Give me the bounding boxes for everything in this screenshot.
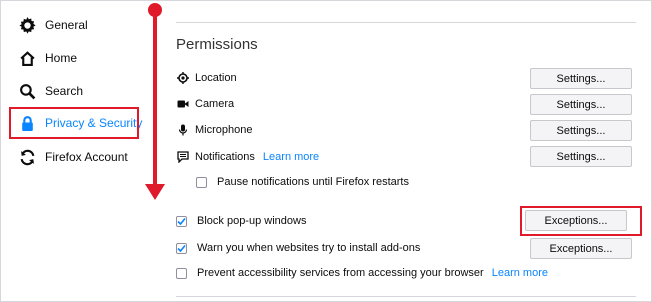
annotation-arrow-head [145,184,165,200]
notifications-icon [176,151,189,164]
section-divider-bottom [176,296,636,297]
microphone-settings-button[interactable]: Settings... [530,120,632,141]
section-divider-top [176,22,636,23]
exceptions-highlight-annotation [520,206,642,236]
accessibility-checkbox[interactable] [176,267,187,279]
sidebar-item-search[interactable]: Search [18,79,83,103]
location-settings-button[interactable]: Settings... [530,68,632,89]
permission-row-camera: Camera [176,93,234,115]
sidebar-item-label: Home [45,51,78,65]
permission-row-location: Location [176,67,237,89]
location-icon [176,72,189,85]
sidebar-item-label: General [45,18,88,32]
sidebar-item-label: Firefox Account [45,150,128,164]
annotation-arrow-line [153,8,157,186]
sync-icon [18,148,36,166]
checkbox-label: Pause notifications until Firefox restar… [217,176,409,188]
camera-settings-button[interactable]: Settings... [530,94,632,115]
addons-exceptions-button[interactable]: Exceptions... [530,238,632,259]
block-popups-row[interactable]: Block pop-up windows [176,212,306,230]
home-icon [18,49,36,67]
search-icon [18,82,36,100]
accessibility-row[interactable]: Prevent accessibility services from acce… [176,264,548,282]
checkmark-icon [177,244,186,252]
permission-label: Location [195,72,237,84]
permissions-heading: Permissions [176,36,258,53]
pause-notifications-row[interactable]: Pause notifications until Firefox restar… [196,173,409,191]
checkmark-icon [177,217,186,225]
permission-row-notifications: Notifications Learn more [176,146,319,168]
sidebar-item-general[interactable]: General [18,13,88,37]
sidebar-item-firefox-account[interactable]: Firefox Account [18,145,128,169]
checkbox-label: Block pop-up windows [197,215,307,227]
microphone-icon [176,124,189,137]
permission-label: Notifications [195,151,255,163]
pause-notifications-checkbox[interactable] [196,176,207,188]
permission-row-microphone: Microphone [176,119,252,141]
notifications-learn-more-link[interactable]: Learn more [263,151,319,163]
permission-label: Camera [195,98,235,110]
block-popups-checkbox[interactable] [176,215,187,227]
checkbox-label: Warn you when websites try to install ad… [197,242,421,254]
warn-addons-row[interactable]: Warn you when websites try to install ad… [176,239,420,257]
warn-addons-checkbox[interactable] [176,242,187,254]
sidebar-item-home[interactable]: Home [18,46,77,70]
permission-label: Microphone [195,124,253,136]
camera-icon [176,98,189,111]
sidebar-highlight-annotation [9,107,139,139]
gear-icon [18,16,36,34]
accessibility-learn-more-link[interactable]: Learn more [492,267,548,279]
notifications-settings-button[interactable]: Settings... [530,146,632,167]
sidebar-item-label: Search [45,84,84,98]
checkbox-label: Prevent accessibility services from acce… [197,267,484,279]
